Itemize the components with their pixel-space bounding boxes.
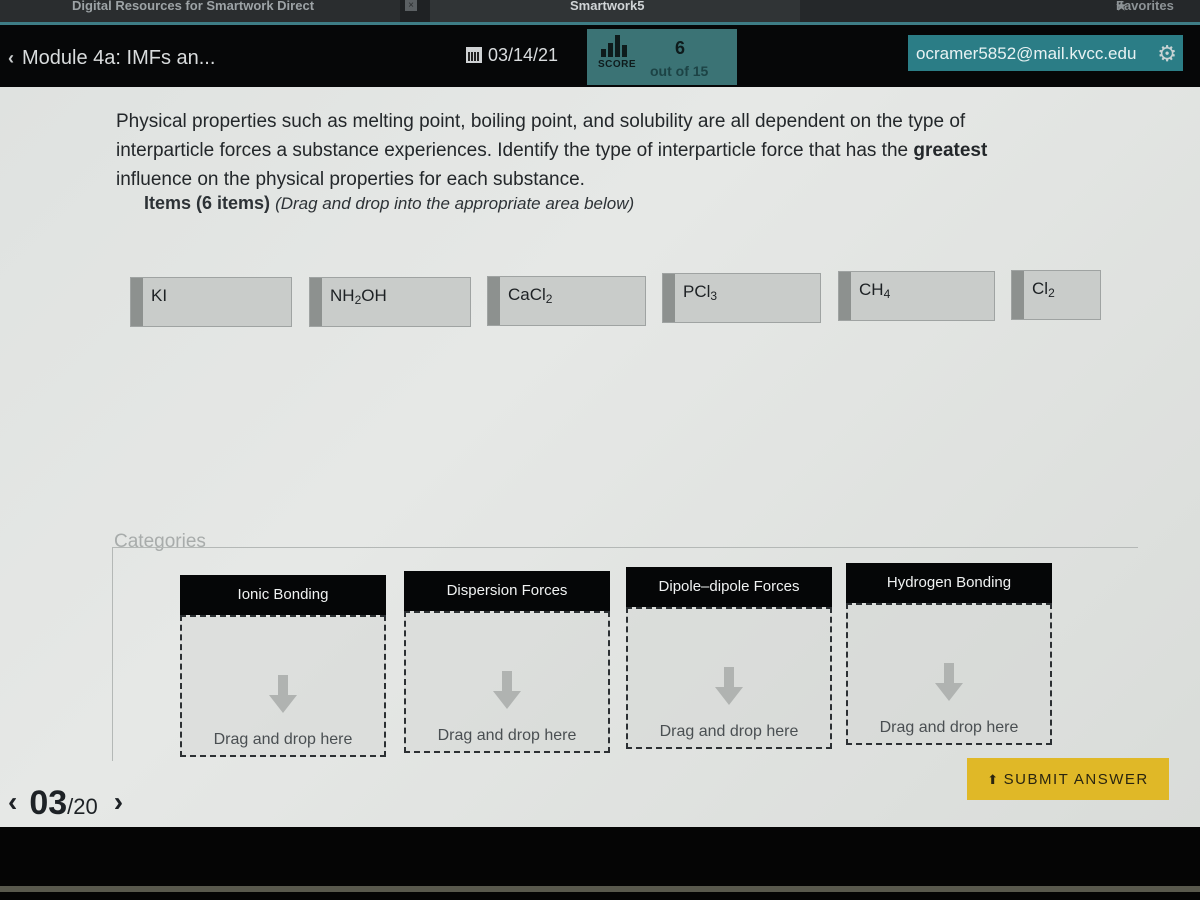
drop-zone-hydrogen-bonding[interactable]: Drag and drop here <box>846 603 1052 745</box>
app-header: ‹ Module 4a: IMFs an... 03/14/21 SCORE 6 … <box>0 25 1200 87</box>
drop-hint: Drag and drop here <box>659 723 799 740</box>
user-email: ocramer5852@mail.kvcc.edu <box>916 44 1137 63</box>
category-ionic-bonding: Ionic Bonding Drag and drop here <box>180 575 386 757</box>
draggable-item-nh2oh[interactable]: NH2OH <box>309 277 471 327</box>
browser-tab-favorites[interactable]: ★ Favorites <box>800 0 1200 22</box>
drop-zone-dipole-dipole-forces[interactable]: Drag and drop here <box>626 607 832 749</box>
bar-chart-icon <box>601 35 627 57</box>
draggable-item-ki[interactable]: KI <box>130 277 292 327</box>
current-question-number: 03 <box>29 784 68 822</box>
item-label: Cl2 <box>1032 279 1055 300</box>
item-label: CaCl2 <box>508 285 553 306</box>
submit-label: SUBMIT ANSWER <box>1003 771 1149 788</box>
drop-zone-dispersion-forces[interactable]: Drag and drop here <box>404 611 610 753</box>
question-pager: ‹ 03/20 › <box>8 784 123 823</box>
drag-handle[interactable] <box>1012 271 1024 319</box>
category-header: Ionic Bonding <box>180 575 386 615</box>
arrow-down-icon <box>269 675 297 715</box>
tab-label: Digital Resources for Smartwork Direct <box>72 0 315 13</box>
prompt-text: Physical properties such as melting poin… <box>116 111 966 161</box>
category-dispersion-forces: Dispersion Forces Drag and drop here <box>404 571 610 753</box>
prompt-text: influence on the physical properties for… <box>116 169 585 190</box>
total-questions: /20 <box>67 794 98 819</box>
browser-tab-smartwork5[interactable]: Smartwork5 <box>430 0 800 22</box>
user-menu[interactable]: ocramer5852@mail.kvcc.edu ⚙ <box>908 35 1183 71</box>
drag-handle[interactable] <box>839 272 851 320</box>
category-header: Dipole–dipole Forces <box>626 567 832 607</box>
item-label: CH4 <box>859 280 891 301</box>
score-label: SCORE <box>598 59 637 70</box>
draggable-item-cl2[interactable]: Cl2 <box>1011 270 1101 320</box>
items-count: Items (6 items) <box>144 193 271 213</box>
arrow-down-icon <box>493 671 521 711</box>
draggable-item-pcl3[interactable]: PCl3 <box>662 273 821 323</box>
item-label: NH2OH <box>330 286 387 307</box>
drop-zone-ionic-bonding[interactable]: Drag and drop here <box>180 615 386 757</box>
due-date-value: 03/14/21 <box>488 45 559 65</box>
close-tab-icon[interactable]: × <box>405 0 417 11</box>
drag-handle[interactable] <box>310 278 322 326</box>
next-question-button[interactable]: › <box>114 786 123 817</box>
item-label: KI <box>151 286 168 305</box>
score-panel[interactable]: SCORE 6 out of 15 <box>587 29 737 85</box>
cloud-upload-icon: ⬆ <box>987 772 1000 787</box>
drop-hint: Drag and drop here <box>437 727 577 744</box>
draggable-item-ch4[interactable]: CH4 <box>838 271 995 321</box>
submit-answer-button[interactable]: ⬆ SUBMIT ANSWER <box>967 758 1169 800</box>
tab-label: Smartwork5 <box>570 0 645 13</box>
browser-tab-strip: Digital Resources for Smartwork Direct ×… <box>0 0 1200 25</box>
arrow-down-icon <box>935 663 963 703</box>
arrow-down-icon <box>715 667 743 707</box>
drag-handle[interactable] <box>663 274 675 322</box>
browser-tab-digital-resources[interactable]: Digital Resources for Smartwork Direct <box>0 0 400 22</box>
items-heading: Items (6 items) (Drag and drop into the … <box>144 193 634 214</box>
due-date: 03/14/21 <box>466 45 558 66</box>
drag-handle[interactable] <box>131 278 143 326</box>
category-hydrogen-bonding: Hydrogen Bonding Drag and drop here <box>846 563 1052 745</box>
drag-handle[interactable] <box>488 277 500 325</box>
question-area: Physical properties such as melting poin… <box>0 87 1200 827</box>
calendar-icon <box>466 47 482 63</box>
category-dipole-dipole-forces: Dipole–dipole Forces Drag and drop here <box>626 567 832 749</box>
score-value: 6 <box>675 38 686 58</box>
drop-hint: Drag and drop here <box>879 719 1019 736</box>
tab-label: Favorites <box>1116 0 1174 13</box>
item-label: PCl3 <box>683 282 718 303</box>
prompt-emphasis: greatest <box>913 140 988 161</box>
score-out-of: out of 15 <box>650 63 709 79</box>
gear-icon[interactable]: ⚙ <box>1157 41 1177 67</box>
back-to-assignment-link[interactable]: ‹ Module 4a: IMFs an... <box>8 47 215 70</box>
items-instruction: (Drag and drop into the appropriate area… <box>275 194 635 213</box>
category-header: Dispersion Forces <box>404 571 610 611</box>
question-prompt: Physical properties such as melting poin… <box>116 107 1056 194</box>
chevron-left-icon: ‹ <box>8 48 14 68</box>
category-header: Hydrogen Bonding <box>846 563 1052 603</box>
draggable-item-cacl2[interactable]: CaCl2 <box>487 276 646 326</box>
assignment-title: Module 4a: IMFs an... <box>22 47 216 69</box>
drop-hint: Drag and drop here <box>213 731 353 748</box>
previous-question-button[interactable]: ‹ <box>8 786 17 817</box>
screen-edge <box>0 886 1200 892</box>
